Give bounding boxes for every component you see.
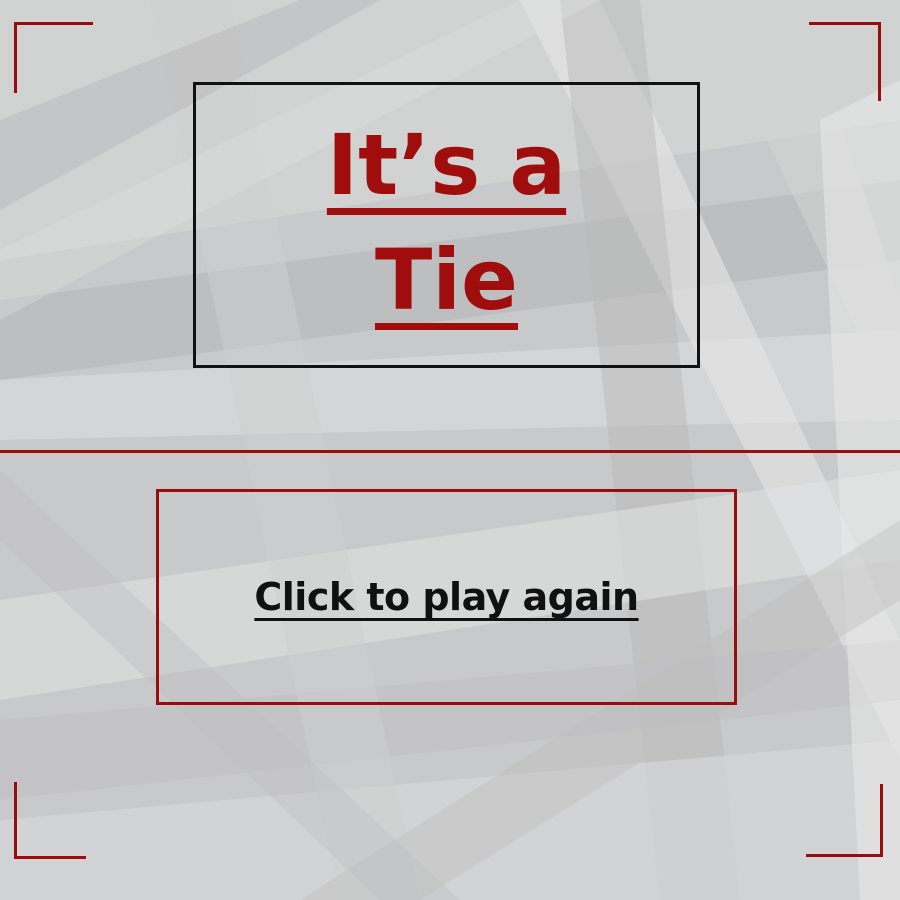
corner-bracket-bottom-left	[14, 782, 86, 859]
corner-bracket-bottom-right	[806, 784, 883, 857]
corner-bracket-top-left	[14, 22, 93, 93]
divider-line	[0, 450, 900, 453]
corner-bracket-top-right	[809, 22, 881, 101]
play-again-label[interactable]: Click to play again	[254, 575, 639, 619]
result-panel: It’s a Tie	[193, 82, 700, 368]
result-title: It’s a Tie	[326, 116, 567, 329]
play-again-button[interactable]: Click to play again	[156, 489, 737, 705]
